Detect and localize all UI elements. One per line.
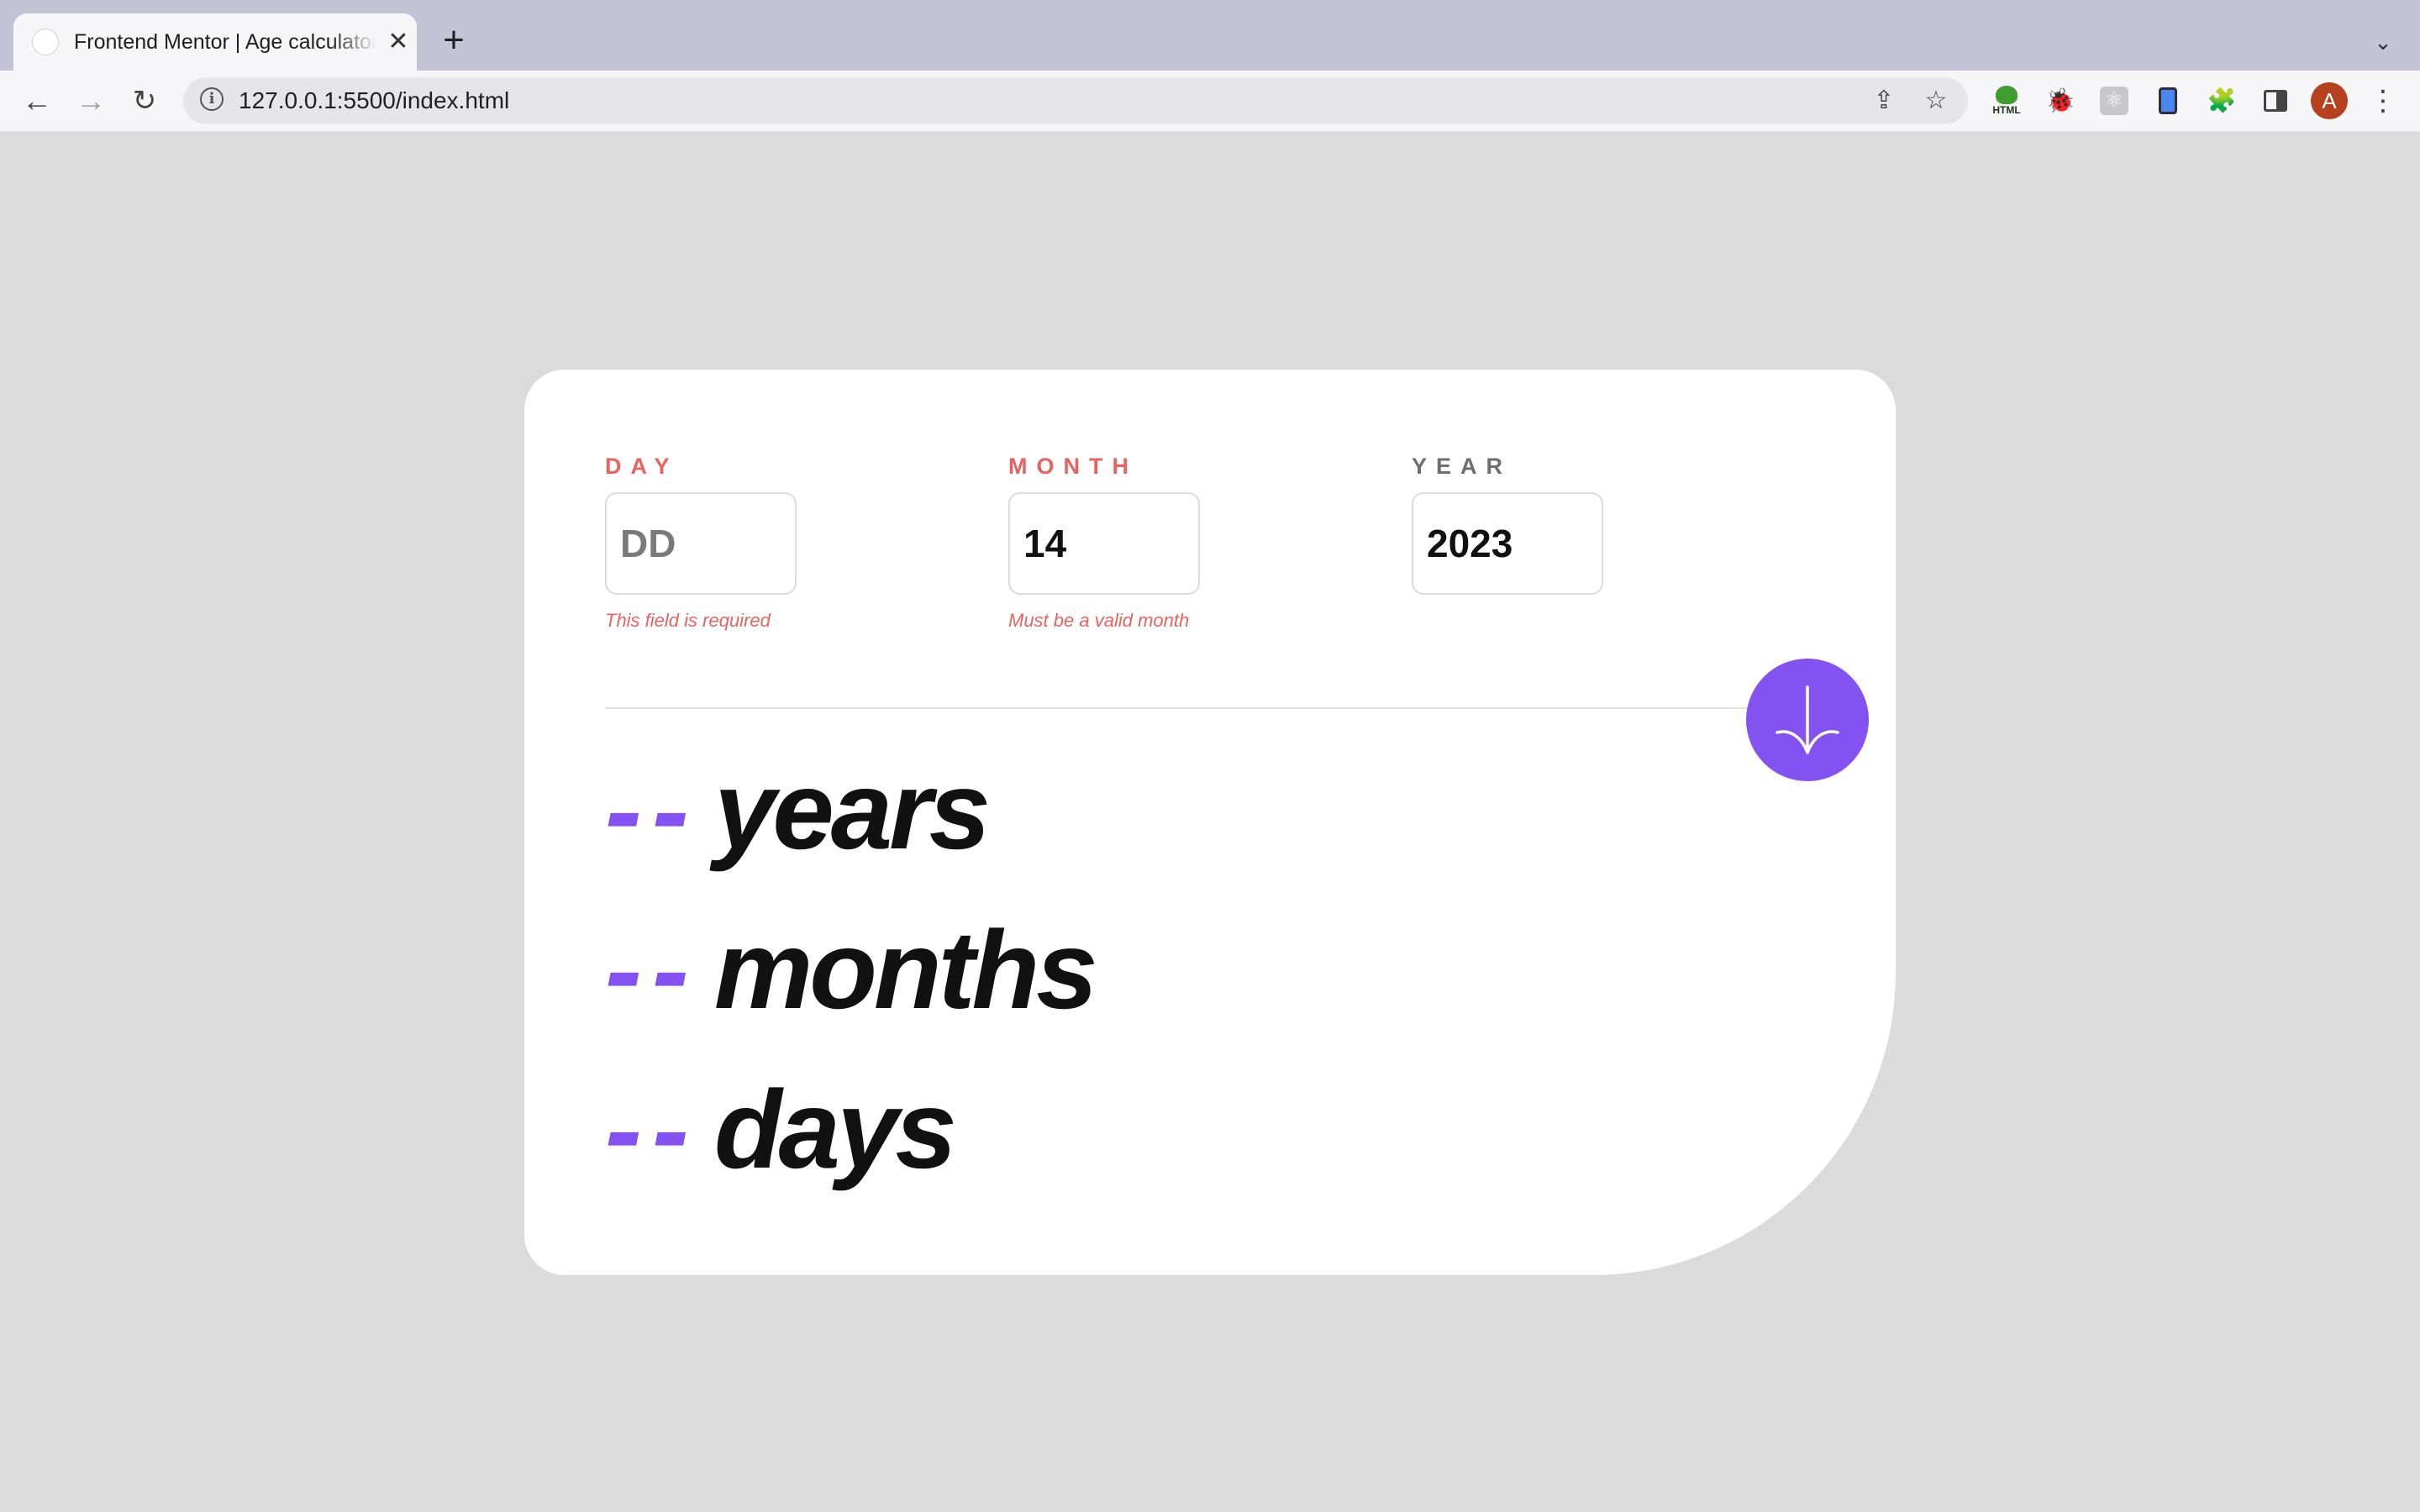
month-input[interactable]: [1008, 492, 1200, 595]
months-value: --: [605, 908, 699, 1032]
frontend-mentor-favicon-icon: [32, 29, 59, 55]
tree-leaf-icon: [1996, 86, 2018, 104]
result-years: -- years: [605, 731, 1095, 890]
tab-close-icon[interactable]: ✕: [383, 27, 413, 57]
age-results: -- years -- months -- days: [605, 731, 1098, 1210]
day-label: DAY: [605, 454, 679, 479]
result-months: -- months: [605, 890, 1098, 1050]
arrow-down-icon: [1776, 685, 1839, 754]
browser-tab[interactable]: Frontend Mentor | Age calculator app ✕: [13, 13, 417, 71]
result-days: -- days: [605, 1050, 1095, 1210]
forward-arrow-icon[interactable]: →: [72, 82, 109, 119]
react-atom-icon: ⚛: [2100, 87, 2128, 115]
reload-icon[interactable]: ↻: [126, 82, 163, 119]
tab-title: Frontend Mentor | Age calculator app: [74, 30, 376, 54]
month-label: MONTH: [1008, 454, 1138, 479]
extensions-puzzle-icon[interactable]: 🧩: [2205, 84, 2238, 118]
bug-extension-icon[interactable]: 🐞: [2044, 84, 2077, 118]
address-bar[interactable]: i 127.0.0.1:5500/index.html ⇪ ☆: [183, 77, 1968, 124]
day-field-group: DAY This field is required: [605, 452, 807, 632]
year-field-group: YEAR: [1412, 452, 1613, 610]
new-tab-button[interactable]: +: [434, 22, 474, 62]
year-input[interactable]: [1412, 492, 1603, 595]
days-value: --: [605, 1068, 699, 1191]
back-arrow-icon[interactable]: ←: [18, 82, 55, 119]
year-label: YEAR: [1412, 454, 1512, 479]
years-unit: years: [713, 748, 991, 872]
browser-toolbar: ← → ↻ i 127.0.0.1:5500/index.html ⇪ ☆ HT…: [0, 71, 2420, 133]
calculate-age-button[interactable]: [1746, 659, 1869, 781]
site-info-icon[interactable]: i: [200, 87, 224, 111]
browser-menu-kebab-icon[interactable]: ⋮: [2368, 82, 2398, 119]
day-error-message: This field is required: [605, 610, 771, 631]
month-field-group: MONTH Must be a valid month: [1008, 452, 1210, 632]
side-panel-shape: [2264, 90, 2287, 112]
bookmark-star-icon[interactable]: ☆: [1919, 84, 1953, 118]
tab-search-chevron-icon[interactable]: ⌄: [2366, 25, 2400, 59]
month-error-message: Must be a valid month: [1008, 610, 1190, 631]
days-unit: days: [713, 1068, 957, 1191]
side-panel-icon[interactable]: [2259, 84, 2292, 118]
browser-tab-strip: Frontend Mentor | Age calculator app ✕ +…: [0, 0, 2420, 71]
months-unit: months: [713, 908, 1098, 1032]
age-calculator-card: DAY This field is required MONTH Must be…: [524, 370, 1896, 1275]
years-value: --: [605, 748, 699, 872]
day-input[interactable]: [605, 492, 797, 595]
html-tree-extension-icon[interactable]: HTML: [1990, 84, 2023, 118]
html-extension-label: HTML: [1992, 104, 2021, 116]
phone-icon: [2159, 87, 2177, 114]
section-divider: [605, 707, 1815, 709]
react-devtools-extension-icon[interactable]: ⚛: [2097, 84, 2131, 118]
device-extension-icon[interactable]: [2151, 84, 2185, 118]
profile-avatar[interactable]: A: [2311, 82, 2348, 119]
share-icon[interactable]: ⇪: [1867, 84, 1901, 118]
url-text[interactable]: 127.0.0.1:5500/index.html: [239, 87, 509, 114]
